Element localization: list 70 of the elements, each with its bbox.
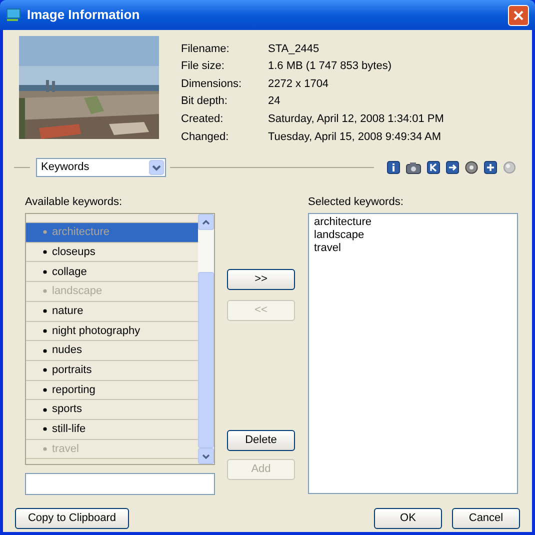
move-button[interactable]: >>: [227, 268, 295, 290]
plus-icon[interactable]: [484, 161, 497, 174]
info-label: File size:: [181, 59, 226, 74]
bullet-icon: [43, 250, 47, 254]
info-value: 24: [268, 94, 282, 110]
keyword-item[interactable]: collage: [26, 262, 198, 282]
keyword-label: closeups: [52, 244, 96, 260]
keyword-label: still-life: [52, 422, 86, 438]
camera-icon[interactable]: [406, 162, 421, 174]
keyword-item[interactable]: closeups: [26, 242, 198, 262]
scrollbar[interactable]: [198, 214, 214, 464]
selected-keywords-label: Selected keywords:: [308, 194, 404, 210]
info-label: Filename:: [181, 42, 230, 57]
keyword-label: portraits: [52, 362, 92, 378]
info-label: Changed:: [181, 130, 230, 145]
keyword-label: sports: [52, 402, 82, 418]
close-icon: [513, 10, 524, 20]
info-value: 2272 x 1704: [268, 76, 330, 92]
keyword-label: nature: [52, 304, 84, 319]
cancel-button[interactable]: Cancel: [452, 508, 520, 530]
keyword-item[interactable]: night photography: [26, 322, 198, 342]
keyword-label: reporting: [52, 382, 96, 398]
disc-icon[interactable]: [465, 161, 478, 174]
bullet-icon: [43, 348, 47, 353]
bullet-icon: [43, 309, 47, 314]
keyword-item[interactable]: still-life: [26, 420, 198, 440]
keyword-label: collage: [52, 264, 87, 280]
info-icon[interactable]: [387, 161, 400, 174]
bullet-icon: [43, 368, 47, 372]
keyword-label: nudes: [52, 343, 82, 358]
window-icon: [6, 8, 22, 22]
keyword-item[interactable]: reporting: [26, 380, 198, 400]
bullet-icon: [43, 388, 47, 392]
info-label: Created:: [181, 112, 224, 127]
bullet-icon: [43, 328, 47, 333]
ok-button[interactable]: OK: [374, 508, 442, 530]
keyword-item[interactable]: nudes: [26, 341, 198, 361]
k-letter-icon[interactable]: [427, 161, 440, 174]
copy-to-clipboard-button[interactable]: Copy to Clipboard: [15, 508, 129, 530]
available-keywords-label: Available keywords:: [25, 194, 124, 210]
selected-keyword[interactable]: landscape: [314, 229, 515, 242]
keyword-label: landscape: [52, 284, 102, 300]
keyword-label: night photography: [52, 324, 140, 339]
info-value: STA_2445: [268, 42, 320, 57]
info-label: Bit depth:: [181, 94, 228, 110]
keyword-item[interactable]: sports: [26, 400, 198, 420]
bullet-icon: [43, 408, 47, 412]
keyword-item[interactable]: [26, 214, 198, 224]
info-value: 1.6 MB (1 747 853 bytes): [268, 59, 393, 74]
keyword-label: travel: [52, 442, 79, 457]
bullet-icon: [43, 446, 47, 451]
bullet-icon: [43, 289, 47, 294]
bullet-icon: [43, 427, 47, 432]
keyword-label: architecture: [52, 225, 110, 240]
keyword-item[interactable]: nature: [26, 302, 198, 322]
scroll-down-icon: [202, 454, 210, 459]
info-value: Tuesday, April 15, 2008 9:49:34 AM: [268, 130, 442, 145]
keyword-item[interactable]: portraits: [26, 360, 198, 381]
delete-button[interactable]: Delete: [227, 430, 295, 451]
section-dropdown[interactable]: Keywords: [36, 158, 166, 178]
close-button[interactable]: [508, 4, 529, 26]
info-value: Saturday, April 12, 2008 1:34:01 PM: [268, 112, 444, 127]
info-label: Dimensions:: [181, 76, 243, 92]
bullet-icon: [43, 270, 47, 274]
selected-keyword[interactable]: travel: [314, 242, 515, 256]
keyword-input-field[interactable]: [25, 473, 215, 496]
scroll-up-icon: [202, 220, 210, 225]
window-title: Image Information: [27, 6, 140, 24]
bullet-icon: [43, 230, 47, 234]
selected-keyword[interactable]: architecture: [314, 216, 515, 230]
